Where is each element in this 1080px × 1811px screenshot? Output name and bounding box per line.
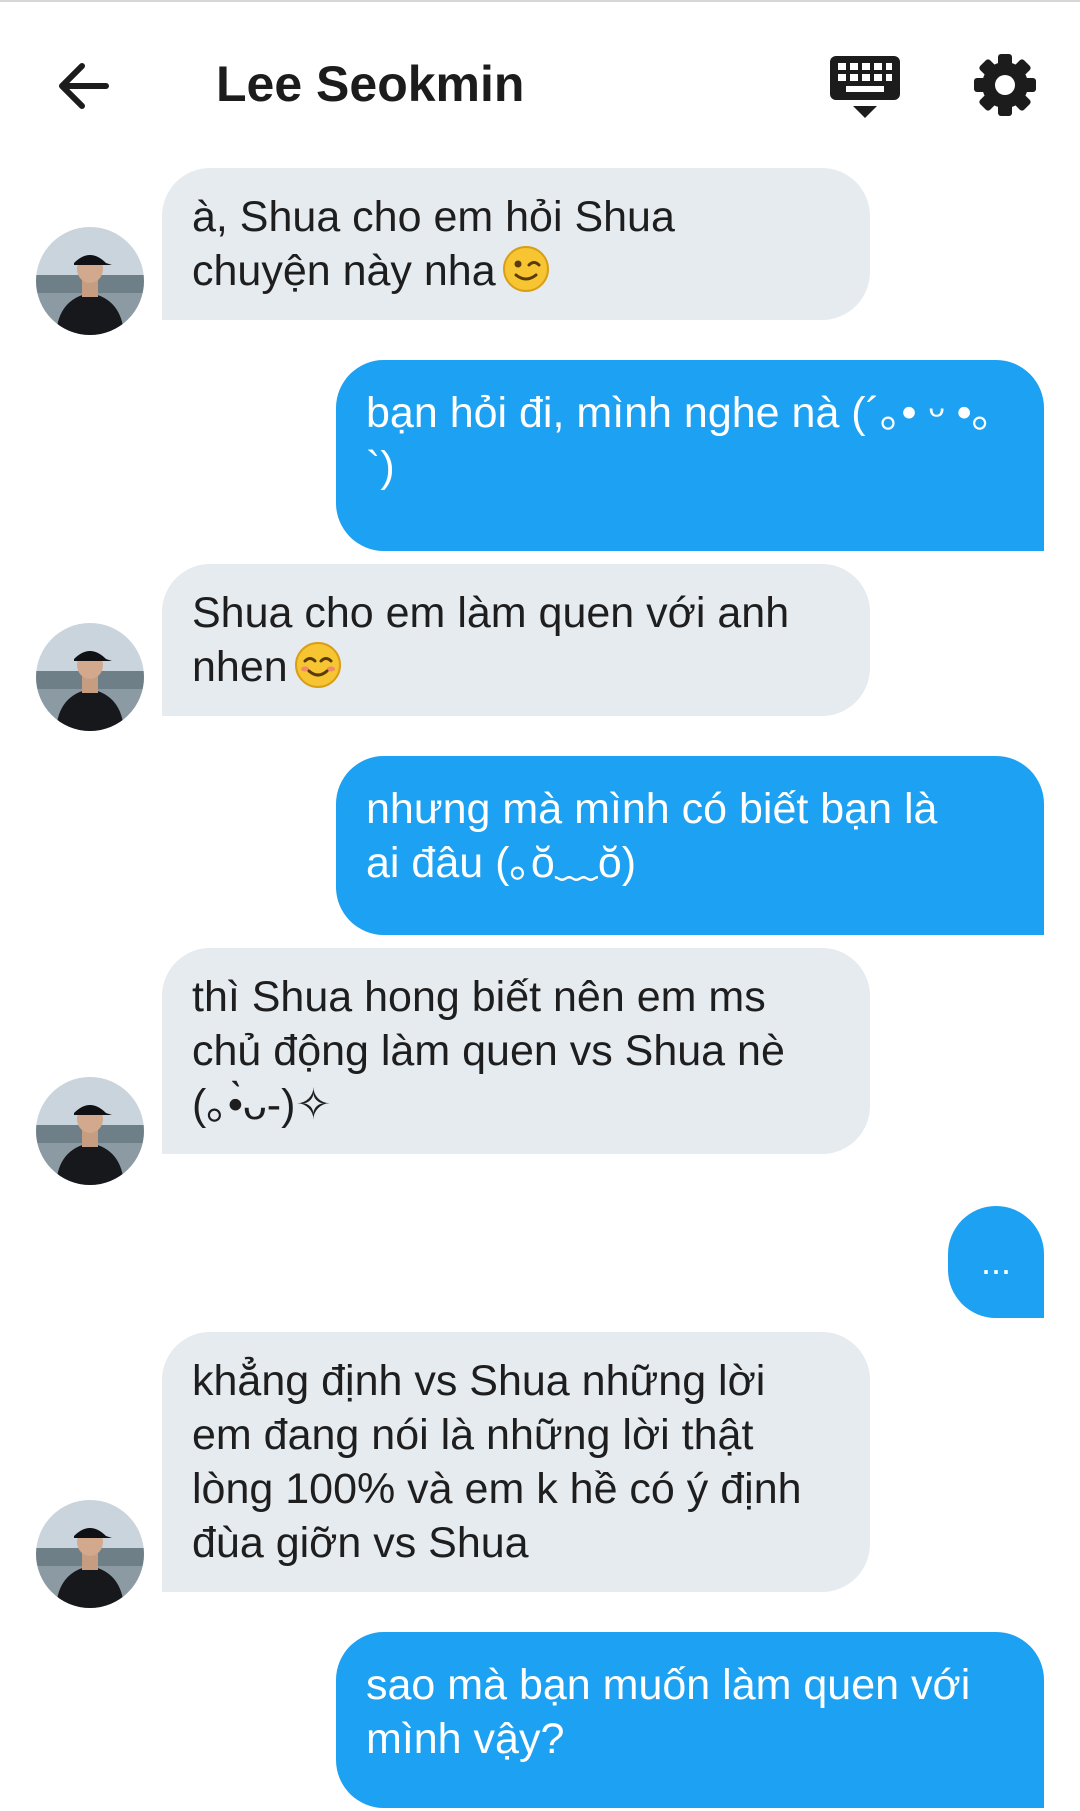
chat-header: Lee Seokmin [0,2,1080,162]
outgoing-message: ... [948,1206,1044,1318]
avatar-photo [36,1077,144,1185]
message-text: thì Shua hong biết nên em ms chủ động là… [192,973,785,1129]
avatar-photo [36,227,144,335]
keyboard-icon[interactable] [828,54,902,124]
contact-avatar[interactable] [36,1077,144,1185]
incoming-message: khẳng định vs Shua những lời em đang nói… [162,1332,870,1592]
contact-avatar[interactable] [36,227,144,335]
back-arrow-icon[interactable] [52,54,116,118]
incoming-message: à, Shua cho em hỏi Shua chuyện này nha [162,168,870,320]
message-text: à, Shua cho em hỏi Shua chuyện này nha [192,193,675,295]
contact-avatar[interactable] [36,623,144,731]
winking-face-emoji [502,245,550,293]
avatar-photo [36,1500,144,1608]
message-text: khẳng định vs Shua những lời em đang nói… [192,1357,802,1567]
avatar-photo [36,623,144,731]
outgoing-message: sao mà bạn muốn làm quen với mình vậy? [336,1632,1044,1808]
contact-avatar[interactable] [36,1500,144,1608]
incoming-message: thì Shua hong biết nên em ms chủ động là… [162,948,870,1154]
contact-name: Lee Seokmin [216,56,525,112]
outgoing-message: bạn hỏi đi, mình nghe nà (´｡• ᵕ •｡`) [336,360,1044,551]
outgoing-message: nhưng mà mình có biết bạn là ai đâu (｡ŏ﹏… [336,756,1044,935]
message-text: Shua cho em làm quen với anh nhen [192,589,790,691]
smiling-face-emoji [294,641,342,689]
incoming-message: Shua cho em làm quen với anh nhen [162,564,870,716]
gear-icon[interactable] [972,52,1038,118]
